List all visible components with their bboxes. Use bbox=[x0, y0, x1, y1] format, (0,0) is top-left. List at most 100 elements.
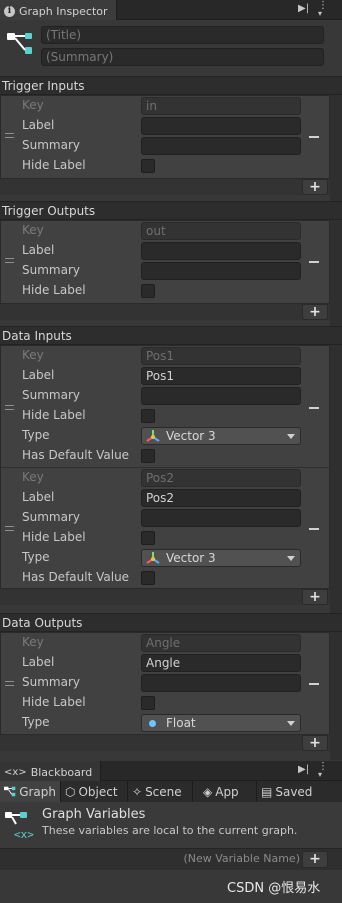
object-icon: ⬡ bbox=[65, 784, 76, 799]
hide-label-checkbox[interactable] bbox=[141, 531, 155, 545]
hide-label-label: Hide Label bbox=[22, 283, 86, 297]
drag-handle-icon[interactable] bbox=[5, 405, 14, 410]
key-label: Key bbox=[22, 348, 44, 362]
tab-object[interactable]: ⬡ Object bbox=[61, 781, 128, 802]
blackboard-tab[interactable]: <x> Blackboard bbox=[0, 761, 102, 781]
label-label: Label bbox=[22, 243, 55, 257]
lock-icon[interactable]: ▶| bbox=[298, 3, 309, 14]
tab-scene-label: Scene bbox=[145, 784, 182, 799]
tab-graph[interactable]: Graph bbox=[0, 781, 61, 802]
graph-inspector-header: i Graph Inspector ▶| ⋮ ▾ bbox=[0, 0, 342, 20]
data-outputs-list: Key Angle Label Angle Summary Hide Label… bbox=[0, 632, 330, 735]
label-field[interactable] bbox=[141, 117, 301, 135]
drag-handle-icon[interactable] bbox=[5, 526, 14, 531]
inspector-scrollbar[interactable] bbox=[330, 95, 342, 760]
hide-label-label: Hide Label bbox=[22, 695, 86, 709]
remove-icon[interactable] bbox=[309, 261, 319, 263]
trigger-outputs-header[interactable]: Trigger Outputs bbox=[0, 201, 342, 220]
remove-icon[interactable] bbox=[309, 407, 319, 409]
hide-label-checkbox[interactable] bbox=[141, 284, 155, 298]
summary-field[interactable] bbox=[141, 387, 301, 405]
type-dropdown[interactable]: Float bbox=[141, 714, 301, 732]
tab-saved-label: Saved bbox=[275, 784, 313, 799]
remove-icon[interactable] bbox=[309, 136, 319, 138]
tab-scene[interactable]: ✧ Scene bbox=[128, 781, 193, 802]
type-label: Type bbox=[22, 715, 50, 729]
vector3-icon bbox=[146, 430, 160, 442]
type-value: Float bbox=[166, 716, 196, 730]
svg-text:<x>: <x> bbox=[14, 828, 34, 840]
type-dropdown[interactable]: Vector 3 bbox=[141, 427, 301, 445]
hide-label-checkbox[interactable] bbox=[141, 696, 155, 710]
type-label: Type bbox=[22, 428, 50, 442]
graph-inspector-title: Graph Inspector bbox=[19, 5, 108, 18]
type-dropdown[interactable]: Vector 3 bbox=[141, 549, 301, 567]
graph-icon bbox=[4, 786, 16, 797]
summary-input[interactable]: (Summary) bbox=[41, 48, 324, 66]
label-field[interactable]: Pos2 bbox=[141, 489, 301, 507]
hide-label-checkbox[interactable] bbox=[141, 159, 155, 173]
add-data-output-button[interactable]: + bbox=[302, 735, 328, 751]
trigger-inputs-footer bbox=[0, 179, 330, 195]
data-outputs-footer bbox=[0, 735, 330, 751]
label-label: Label bbox=[22, 118, 55, 132]
graph-inspector-tab[interactable]: i Graph Inspector bbox=[0, 0, 117, 20]
tab-saved[interactable]: ▤ Saved bbox=[257, 781, 342, 802]
graph-variables-section: <x> Graph Variables These variables are … bbox=[0, 802, 342, 848]
tab-graph-label: Graph bbox=[19, 784, 56, 799]
key-label: Key bbox=[22, 470, 44, 484]
chevron-down-icon bbox=[287, 434, 295, 439]
tab-app[interactable]: ◈ App bbox=[193, 781, 257, 802]
has-default-checkbox[interactable] bbox=[141, 571, 155, 585]
label-label: Label bbox=[22, 655, 55, 669]
remove-icon[interactable] bbox=[309, 683, 319, 685]
float-icon bbox=[149, 720, 156, 727]
key-field: Pos1 bbox=[141, 347, 301, 365]
summary-field[interactable] bbox=[141, 674, 301, 692]
new-variable-input[interactable]: (New Variable Name) bbox=[150, 852, 300, 865]
summary-field[interactable] bbox=[141, 262, 301, 280]
saved-icon: ▤ bbox=[261, 784, 273, 799]
key-label: Key bbox=[22, 98, 44, 112]
title-input[interactable]: (Title) bbox=[41, 26, 324, 44]
add-variable-button[interactable]: + bbox=[302, 851, 328, 868]
label-field[interactable]: Pos1 bbox=[141, 367, 301, 385]
summary-label: Summary bbox=[22, 138, 80, 152]
has-default-label: Has Default Value bbox=[22, 570, 130, 584]
trigger-inputs-header[interactable]: Trigger Inputs bbox=[0, 76, 342, 95]
lock-icon[interactable]: ▶| bbox=[298, 764, 309, 775]
graph-variables-description: These variables are local to the current… bbox=[42, 824, 298, 837]
label-field[interactable] bbox=[141, 242, 301, 260]
drag-handle-icon[interactable] bbox=[5, 681, 14, 686]
remove-icon[interactable] bbox=[309, 528, 319, 530]
summary-label: Summary bbox=[22, 675, 80, 689]
info-icon: i bbox=[4, 6, 15, 17]
dropdown-icon[interactable]: ▾ bbox=[318, 770, 322, 779]
data-inputs-header[interactable]: Data Inputs bbox=[0, 326, 342, 345]
dropdown-icon[interactable]: ▾ bbox=[318, 9, 322, 18]
add-data-input-button[interactable]: + bbox=[302, 589, 328, 605]
blackboard-header: <x> Blackboard ▶| ⋮ ▾ bbox=[0, 761, 342, 781]
data-outputs-header[interactable]: Data Outputs bbox=[0, 613, 342, 632]
has-default-checkbox[interactable] bbox=[141, 449, 155, 463]
label-field[interactable]: Angle bbox=[141, 654, 301, 672]
hide-label-checkbox[interactable] bbox=[141, 409, 155, 423]
key-field: Pos2 bbox=[141, 469, 301, 487]
chevron-down-icon bbox=[287, 721, 295, 726]
tab-app-label: App bbox=[215, 784, 239, 799]
tab-object-label: Object bbox=[78, 784, 118, 799]
vector3-icon bbox=[146, 552, 160, 564]
graph-info: (Title) (Summary) bbox=[0, 20, 342, 70]
drag-handle-icon[interactable] bbox=[5, 258, 14, 263]
key-label: Key bbox=[22, 635, 44, 649]
item-separator bbox=[1, 467, 331, 468]
summary-field[interactable] bbox=[141, 509, 301, 527]
drag-handle-icon[interactable] bbox=[5, 133, 14, 138]
summary-label: Summary bbox=[22, 388, 80, 402]
add-trigger-input-button[interactable]: + bbox=[302, 179, 328, 195]
label-label: Label bbox=[22, 490, 55, 504]
label-label: Label bbox=[22, 368, 55, 382]
summary-field[interactable] bbox=[141, 137, 301, 155]
summary-label: Summary bbox=[22, 510, 80, 524]
add-trigger-output-button[interactable]: + bbox=[302, 304, 328, 320]
